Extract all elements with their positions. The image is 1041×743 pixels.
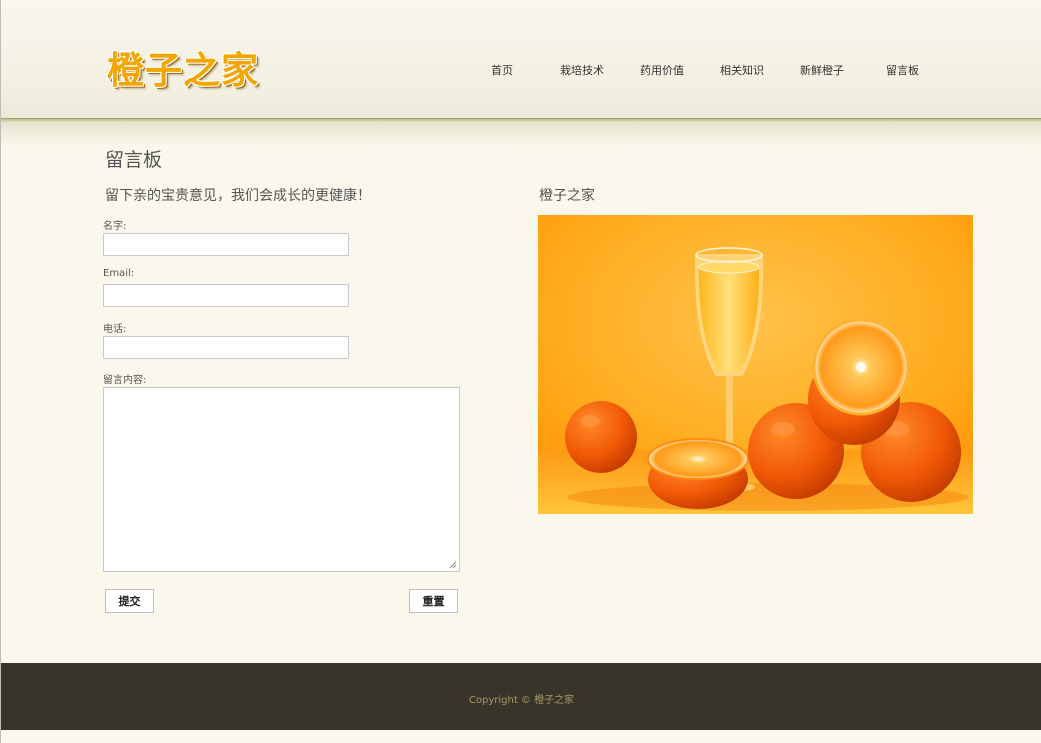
nav-item-cultivation[interactable]: 栽培技术	[560, 62, 604, 78]
reset-button[interactable]: 重置	[409, 589, 458, 613]
email-field[interactable]	[103, 284, 349, 307]
nav-item-guestbook[interactable]: 留言板	[886, 62, 919, 78]
phone-label: 电话:	[103, 324, 127, 335]
name-label: 名字:	[103, 221, 127, 232]
phone-field[interactable]	[103, 336, 349, 359]
orange-juice-photo	[538, 215, 973, 514]
resize-grip-icon[interactable]	[449, 561, 457, 569]
sidebar-heading: 橙子之家	[539, 188, 595, 204]
site-logo[interactable]: 橙子之家	[107, 40, 259, 94]
message-textarea[interactable]	[103, 387, 460, 572]
page-title: 留言板	[105, 149, 163, 171]
message-label: 留言内容:	[103, 375, 147, 386]
footer-strip	[1, 730, 1041, 743]
nav-item-knowledge[interactable]: 相关知识	[720, 62, 764, 78]
nav-item-medicinal[interactable]: 药用价值	[640, 62, 684, 78]
form-heading: 留下亲的宝贵意见，我们会成长的更健康！	[105, 188, 371, 204]
orange-juice-illustration	[538, 215, 973, 514]
header-shadow	[1, 122, 1041, 146]
email-label: Email:	[103, 268, 135, 279]
submit-button[interactable]: 提交	[105, 589, 154, 613]
copyright-text: Copyright © 橙子之家	[468, 695, 575, 706]
site-footer: Copyright © 橙子之家	[1, 663, 1041, 730]
name-field[interactable]	[103, 233, 349, 256]
nav-item-home[interactable]: 首页	[491, 62, 513, 78]
nav-item-fresh-oranges[interactable]: 新鲜橙子	[800, 62, 844, 78]
